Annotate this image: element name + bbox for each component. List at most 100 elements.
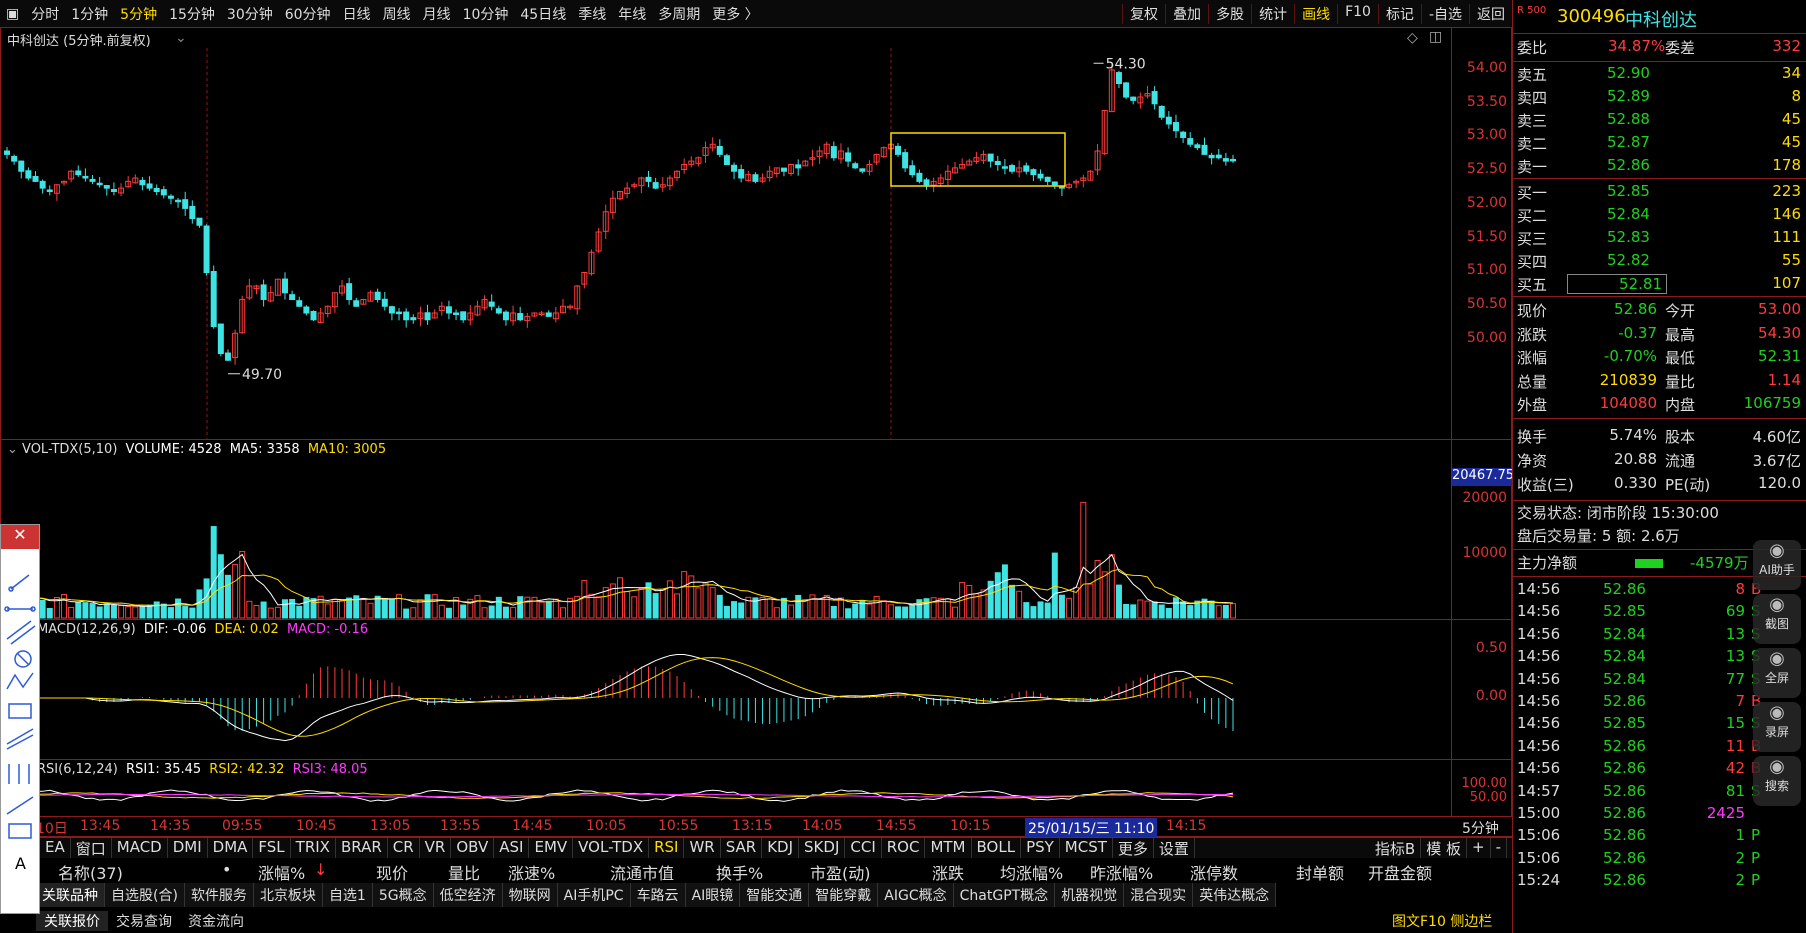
indicator-tab[interactable]: EMV (529, 838, 574, 858)
macd-pane[interactable]: MACD(12,26,9) DIF: -0.06 DEA: 0.02 MACD:… (0, 620, 1512, 760)
volume-pane[interactable]: ⌄ VOL-TDX(5,10) VOLUME: 4528 MA5: 3358 M… (0, 440, 1514, 620)
period-tab[interactable]: 月线 (417, 4, 457, 24)
period-tab[interactable]: 分时 (25, 4, 65, 24)
book-price[interactable]: 52.85 (1607, 182, 1650, 200)
indicator-tab[interactable]: 设置 (1154, 838, 1195, 858)
column-header[interactable]: 流通市值 (610, 860, 674, 884)
column-header[interactable]: 涨幅% (258, 860, 305, 884)
period-tab[interactable]: 周线 (377, 4, 417, 24)
column-header[interactable]: • (222, 860, 231, 879)
column-header[interactable]: 涨停数 (1190, 860, 1238, 884)
toolbar-button[interactable]: 多股 (1208, 3, 1251, 24)
stock-name[interactable]: 中科创达 (1625, 6, 1697, 32)
bottom-tab[interactable]: 资金流向 (180, 911, 252, 931)
sector-tab[interactable]: 5G概念 (372, 883, 434, 907)
sector-tab[interactable]: 车路云 (630, 883, 686, 907)
period-tab[interactable]: 季线 (572, 4, 612, 24)
column-header[interactable]: 昨涨幅% (1090, 860, 1153, 884)
toolbar-button[interactable]: 复权 (1122, 3, 1165, 24)
column-header[interactable]: 涨速% (508, 860, 555, 884)
indicator-right-button[interactable]: + (1467, 838, 1491, 858)
book-price[interactable]: 52.82 (1607, 251, 1650, 269)
indicator-tab[interactable]: CR (388, 838, 420, 858)
bottom-right-link[interactable]: 图文F10 侧边栏 (1392, 911, 1492, 931)
book-price[interactable]: 52.87 (1607, 133, 1650, 151)
sector-tab[interactable]: 物联网 (502, 883, 558, 907)
sector-tab[interactable]: 英伟达概念 (1193, 883, 1277, 907)
indicator-tab[interactable]: DMA (208, 838, 254, 858)
close-icon[interactable]: ✕ (1, 525, 39, 549)
indicator-right-button[interactable]: 模 板 (1421, 838, 1467, 858)
indicator-tab[interactable]: SKDJ (799, 838, 846, 858)
book-price[interactable]: 52.83 (1607, 228, 1650, 246)
side-tool-button[interactable]: ◉ AI助手 (1753, 540, 1801, 590)
menu-icon[interactable]: ▣ (0, 6, 25, 22)
period-tab[interactable]: 30分钟 (221, 4, 279, 24)
period-tab[interactable]: 5分钟 (114, 4, 163, 24)
column-header[interactable]: 换手% (716, 860, 763, 884)
sector-tab[interactable]: 机器视觉 (1055, 883, 1125, 907)
indicator-tab[interactable]: WR (684, 838, 721, 858)
indicator-tab[interactable]: TRIX (291, 838, 336, 858)
side-tool-button[interactable]: ◉ 搜索 (1753, 756, 1801, 806)
indicator-tab[interactable]: BRAR (336, 838, 388, 858)
book-price[interactable]: 52.84 (1607, 205, 1650, 223)
sector-tab[interactable]: AI手机PC (557, 883, 631, 907)
sector-tab[interactable]: 关联品种 (36, 883, 105, 907)
sector-tab[interactable]: 低空经济 (433, 883, 503, 907)
period-tab[interactable]: 60分钟 (279, 4, 337, 24)
period-tab[interactable]: 10分钟 (457, 4, 515, 24)
book-price[interactable]: 52.90 (1607, 64, 1650, 82)
indicator-tab[interactable]: PSY (1021, 838, 1060, 858)
sector-tab[interactable]: 智能交通 (740, 883, 810, 907)
indicator-tab[interactable]: 更多 (1113, 838, 1154, 858)
period-tab[interactable]: 日线 (337, 4, 377, 24)
indicator-tab[interactable]: FSL (253, 838, 291, 858)
sector-tab[interactable]: 软件服务 (184, 883, 254, 907)
toolbar-button[interactable]: 叠加 (1165, 3, 1208, 24)
indicator-tab[interactable]: BOLL (972, 838, 1022, 858)
indicator-right-button[interactable]: - (1491, 838, 1507, 858)
sector-tab[interactable]: 自选1 (322, 883, 373, 907)
period-tab[interactable]: 年线 (612, 4, 652, 24)
indicator-tab[interactable]: EA (40, 838, 71, 858)
column-header[interactable]: 量比 (448, 860, 480, 884)
side-tool-button[interactable]: ◉ 截图 (1753, 594, 1801, 644)
rsi-pane[interactable]: RSI(6,12,24) RSI1: 35.45 RSI2: 42.32 RSI… (0, 760, 1512, 817)
indicator-tab[interactable]: ROC (882, 838, 926, 858)
sector-tab[interactable]: 混合现实 (1124, 883, 1194, 907)
book-price[interactable]: 52.86 (1607, 156, 1650, 174)
sector-tab[interactable]: 北京板块 (253, 883, 323, 907)
period-tab[interactable]: 多周期 (652, 4, 706, 24)
indicator-tab[interactable]: MACD (112, 838, 168, 858)
indicator-tab[interactable]: VOL-TDX (573, 838, 650, 858)
column-header[interactable]: 开盘金额 (1368, 860, 1432, 884)
toolbar-button[interactable]: -自选 (1420, 3, 1469, 24)
side-tool-button[interactable]: ◉ 全屏 (1753, 648, 1801, 698)
toolbar-button[interactable]: 统计 (1251, 3, 1294, 24)
column-header[interactable]: 均涨幅% (1000, 860, 1063, 884)
indicator-tab[interactable]: ASI (494, 838, 530, 858)
column-header[interactable]: 名称(37) (58, 860, 123, 884)
kline-pane[interactable]: 中科创达 (5分钟.前复权) ⌄ ◇ ◫ 54.30 49.70 54.00 53.… (0, 28, 1512, 440)
bottom-tab[interactable]: 关联报价 (36, 911, 108, 931)
sector-tab[interactable]: AIGC概念 (878, 883, 954, 907)
toolbar-button[interactable]: F10 (1337, 3, 1378, 24)
toolbar-button[interactable]: 标记 (1377, 3, 1421, 24)
indicator-tab[interactable]: SAR (721, 838, 763, 858)
indicator-tab[interactable]: MCST (1060, 838, 1113, 858)
period-tab[interactable]: 更多 〉 (706, 4, 764, 24)
period-tab[interactable]: 1分钟 (65, 4, 114, 24)
toolbar-button[interactable]: 返回 (1469, 3, 1512, 24)
indicator-tab[interactable]: KDJ (762, 838, 800, 858)
period-tab[interactable]: 45日线 (514, 4, 572, 24)
indicator-tab[interactable]: RSI (649, 838, 685, 858)
sector-tab[interactable]: 智能穿戴 (809, 883, 879, 907)
indicator-tab[interactable]: MTM (925, 838, 972, 858)
column-header[interactable]: 封单额 (1296, 860, 1344, 884)
indicator-tab[interactable]: VR (420, 838, 452, 858)
sector-tab[interactable]: AI眼镜 (685, 883, 741, 907)
book-price[interactable]: 52.88 (1607, 110, 1650, 128)
column-header[interactable]: 涨跌 (932, 860, 964, 884)
toolbar-button[interactable]: 画线 (1294, 3, 1337, 24)
